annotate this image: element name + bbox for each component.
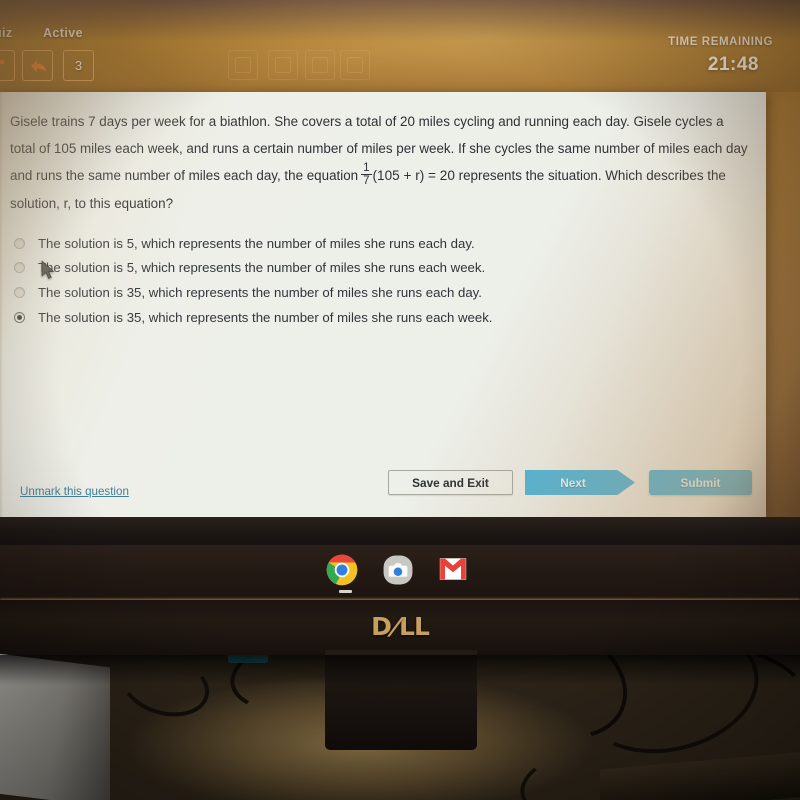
fraction-numerator: 1 [363, 162, 370, 175]
chrome-icon[interactable] [325, 553, 359, 587]
unmark-this-question-link[interactable]: Unmark this question [20, 485, 129, 498]
monitor-screen: uiz Active TIME REMAINING 21:48 3 [0, 0, 800, 520]
footer-button-row: Save and Exit Next Submit [374, 470, 752, 504]
radio-button-2[interactable] [14, 262, 25, 274]
unknown-icon [347, 57, 363, 73]
chrome-active-indicator [339, 590, 352, 593]
toolbar-ghost-button[interactable] [340, 50, 370, 80]
question-number-button[interactable]: 3 [63, 50, 94, 81]
next-button[interactable]: Next [525, 470, 635, 495]
answer-option-1-label: The solution is 5, which represents the … [38, 235, 475, 251]
radio-button-4[interactable] [14, 311, 25, 323]
answer-option-3-label: The solution is 35, which represents the… [38, 284, 482, 300]
question-text: Gisele trains 7 days per week for a biat… [10, 108, 750, 217]
answer-option-4[interactable]: The solution is 35, which represents the… [14, 305, 634, 330]
radio-button-3[interactable] [14, 286, 25, 298]
back-arrow-button[interactable] [0, 50, 15, 81]
answer-option-2[interactable]: The solution is 5, which represents the … [14, 256, 634, 281]
toolbar-ghost-button[interactable] [268, 50, 298, 80]
camera-icon[interactable] [381, 553, 415, 587]
submit-button[interactable]: Submit [649, 470, 752, 495]
toolbar-ghost-button[interactable] [305, 50, 335, 80]
panel-edge-shadow [0, 92, 3, 517]
dell-logo-ell: LL [399, 612, 430, 641]
unknown-icon [312, 57, 328, 73]
dell-brand-logo: D∕LL [0, 612, 800, 641]
answer-option-1[interactable]: The solution is 5, which represents the … [14, 231, 634, 256]
time-remaining-label: TIME REMAINING [668, 36, 773, 48]
back-arrow-icon [30, 59, 46, 72]
equation-expression: (105 + r) = 20 [372, 167, 455, 183]
previous-question-button[interactable] [22, 50, 53, 81]
fraction-one-seventh: 17 [361, 162, 372, 188]
monitor-bezel-upper [0, 517, 800, 547]
quiz-content-panel: Gisele trains 7 days per week for a biat… [0, 92, 766, 517]
answer-option-2-label: The solution is 5, which represents the … [38, 260, 486, 276]
teal-cable-connector [228, 655, 268, 663]
save-and-exit-button[interactable]: Save and Exit [388, 470, 513, 495]
back-arrow-icon [0, 59, 4, 64]
radio-button-1[interactable] [14, 237, 25, 249]
photo-of-monitor: uiz Active TIME REMAINING 21:48 3 [0, 0, 800, 800]
quiz-status-label: Active [43, 26, 83, 40]
answer-option-4-label: The solution is 35, which represents the… [38, 309, 493, 325]
unknown-icon [235, 57, 251, 73]
cable [113, 655, 217, 727]
question-number-label: 3 [74, 58, 83, 73]
gmail-icon[interactable] [437, 553, 471, 587]
desk-left-object [0, 652, 110, 800]
time-remaining-value: 21:48 [707, 54, 759, 75]
unknown-icon [275, 57, 291, 73]
answer-option-3[interactable]: The solution is 35, which represents the… [14, 280, 634, 305]
taskbar-icon-group [325, 553, 471, 587]
answer-options-list: The solution is 5, which represents the … [14, 231, 634, 329]
quiz-header-bar: uiz Active TIME REMAINING 21:48 3 [0, 0, 800, 92]
quiz-title: uiz [0, 26, 13, 40]
fraction-denominator: 7 [361, 174, 372, 188]
toolbar-ghost-button[interactable] [228, 50, 258, 80]
monitor-stand [325, 650, 477, 750]
